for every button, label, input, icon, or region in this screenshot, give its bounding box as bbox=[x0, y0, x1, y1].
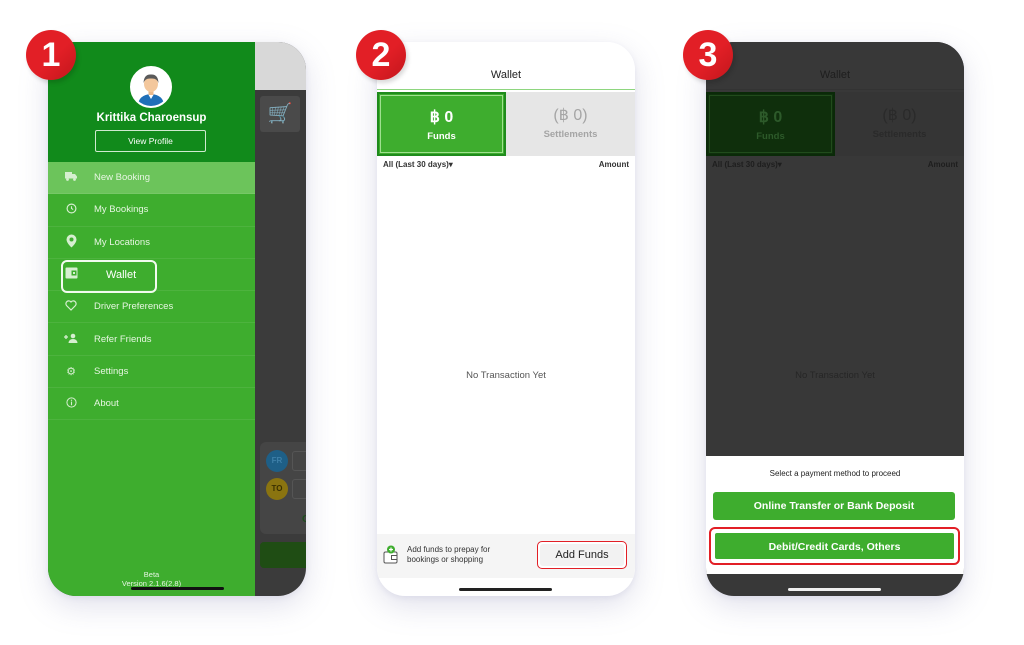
cart-icon: 🛒 bbox=[260, 96, 300, 132]
step-badge-1: 1 bbox=[26, 30, 76, 80]
tab-settlements[interactable]: (฿ 0) Settlements bbox=[506, 92, 635, 156]
pin-to: TO bbox=[266, 478, 288, 500]
add-funds-button[interactable]: Add Funds bbox=[537, 541, 627, 569]
settlements-label: Settlements bbox=[872, 129, 927, 140]
sheet-title: Select a payment method to proceed bbox=[769, 469, 901, 478]
home-indicator[interactable] bbox=[459, 588, 552, 591]
add-funds-label: Add Funds bbox=[540, 544, 624, 566]
online-transfer-button[interactable]: Online Transfer or Bank Deposit bbox=[713, 492, 955, 520]
phone-screen-wallet: ‹ Wallet ฿ 0 Funds (฿ 0) Settlements All… bbox=[377, 42, 635, 596]
menu-item-refer-friends[interactable]: Refer Friends bbox=[48, 323, 255, 356]
funds-label: Funds bbox=[756, 131, 785, 142]
primary-action-button bbox=[260, 542, 306, 568]
phone-screen-payment-method: ‹ Wallet ฿ 0 Funds (฿ 0) Settlements All… bbox=[706, 42, 964, 596]
history-icon bbox=[48, 203, 94, 217]
info-icon bbox=[48, 397, 94, 411]
truck-icon bbox=[48, 171, 94, 184]
side-drawer: Krittika Charoensup View Profile New Boo… bbox=[48, 42, 255, 596]
step-badge-3: 3 bbox=[683, 30, 733, 80]
page-title: Wallet bbox=[819, 69, 851, 81]
tab-funds[interactable]: ฿ 0 Funds bbox=[377, 92, 506, 156]
avatar[interactable] bbox=[130, 66, 172, 108]
settlements-amount: (฿ 0) bbox=[553, 107, 588, 124]
card-text: O bbox=[302, 514, 306, 525]
beta-label: Beta bbox=[143, 570, 160, 579]
top-bar bbox=[255, 42, 306, 90]
to-field bbox=[292, 479, 306, 499]
settlements-amount: (฿ 0) bbox=[882, 107, 917, 124]
home-indicator[interactable] bbox=[131, 587, 224, 590]
menu-item-label: Refer Friends bbox=[94, 333, 152, 345]
pin-from: FR bbox=[266, 450, 288, 472]
add-user-icon bbox=[48, 333, 94, 346]
gear-icon: ⚙ bbox=[66, 365, 76, 378]
menu-item-label: My Locations bbox=[94, 236, 150, 248]
add-funds-bar: Add funds to prepay for bookings or shop… bbox=[377, 534, 635, 578]
wallet-add-icon bbox=[383, 545, 399, 565]
debit-credit-card-button[interactable]: Debit/Credit Cards, Others bbox=[714, 532, 955, 560]
menu-item-my-bookings[interactable]: My Bookings bbox=[48, 194, 255, 227]
menu-item-label: Driver Preferences bbox=[94, 301, 174, 313]
phone-screen-menu: 🛒 FR TO O Krittika Charoensup View Profi… bbox=[48, 42, 306, 596]
home-indicator[interactable] bbox=[788, 588, 881, 591]
balance-tabs: ฿ 0 Funds (฿ 0) Settlements bbox=[377, 92, 635, 156]
wallet-highlight-frame bbox=[61, 259, 157, 293]
amount-column-header: Amount bbox=[927, 160, 958, 169]
card-option-highlight-frame: Debit/Credit Cards, Others bbox=[709, 527, 960, 565]
app-version: Beta Version 2.1.6(2.8) bbox=[48, 570, 255, 588]
balance-tabs: ฿ 0 Funds (฿ 0) Settlements bbox=[706, 92, 964, 156]
transaction-header: All (Last 30 days)▾ Amount bbox=[377, 160, 635, 178]
empty-state-message: No Transaction Yet bbox=[466, 370, 546, 381]
route-card: FR TO O bbox=[260, 442, 306, 534]
tab-funds: ฿ 0 Funds bbox=[706, 92, 835, 156]
heart-icon bbox=[48, 300, 94, 314]
menu-item-my-locations[interactable]: My Locations bbox=[48, 227, 255, 259]
menu-item-driver-preferences[interactable]: Driver Preferences bbox=[48, 291, 255, 324]
settlements-label: Settlements bbox=[543, 129, 598, 140]
menu-item-label: Settings bbox=[94, 365, 129, 377]
view-profile-button[interactable]: View Profile bbox=[95, 130, 206, 152]
funds-label: Funds bbox=[427, 131, 456, 142]
amount-column-header: Amount bbox=[598, 160, 629, 169]
location-pin-icon bbox=[48, 234, 94, 251]
nav-bar: ‹ Wallet bbox=[706, 42, 964, 90]
nav-bar: ‹ Wallet bbox=[377, 42, 635, 90]
funds-amount: ฿ 0 bbox=[758, 109, 783, 126]
payment-method-sheet: Select a payment method to proceed Onlin… bbox=[706, 456, 964, 574]
empty-state-message: No Transaction Yet bbox=[795, 370, 875, 381]
menu-item-settings[interactable]: ⚙ Settings bbox=[48, 356, 255, 389]
menu-item-about[interactable]: About bbox=[48, 388, 255, 421]
step-badge-2: 2 bbox=[356, 30, 406, 80]
transaction-header: All (Last 30 days)▾ Amount bbox=[706, 160, 964, 178]
user-name: Krittika Charoensup bbox=[96, 112, 207, 124]
tab-settlements: (฿ 0) Settlements bbox=[835, 92, 964, 156]
menu-item-label: About bbox=[94, 398, 119, 410]
menu-item-wallet[interactable]: Wallet bbox=[48, 259, 255, 293]
add-funds-hint: Add funds to prepay for bookings or shop… bbox=[407, 545, 491, 564]
drawer-menu: New Booking My Bookings My Locations Wal… bbox=[48, 162, 255, 421]
page-title: Wallet bbox=[490, 69, 522, 81]
menu-item-label: New Booking bbox=[94, 172, 150, 184]
funds-amount: ฿ 0 bbox=[429, 109, 454, 126]
drawer-header: Krittika Charoensup View Profile bbox=[48, 42, 255, 162]
period-filter-dropdown[interactable]: All (Last 30 days)▾ bbox=[383, 160, 453, 178]
menu-item-label: My Bookings bbox=[94, 204, 149, 216]
menu-item-new-booking[interactable]: New Booking bbox=[48, 162, 255, 195]
from-field bbox=[292, 451, 306, 471]
period-filter-dropdown: All (Last 30 days)▾ bbox=[712, 160, 782, 169]
